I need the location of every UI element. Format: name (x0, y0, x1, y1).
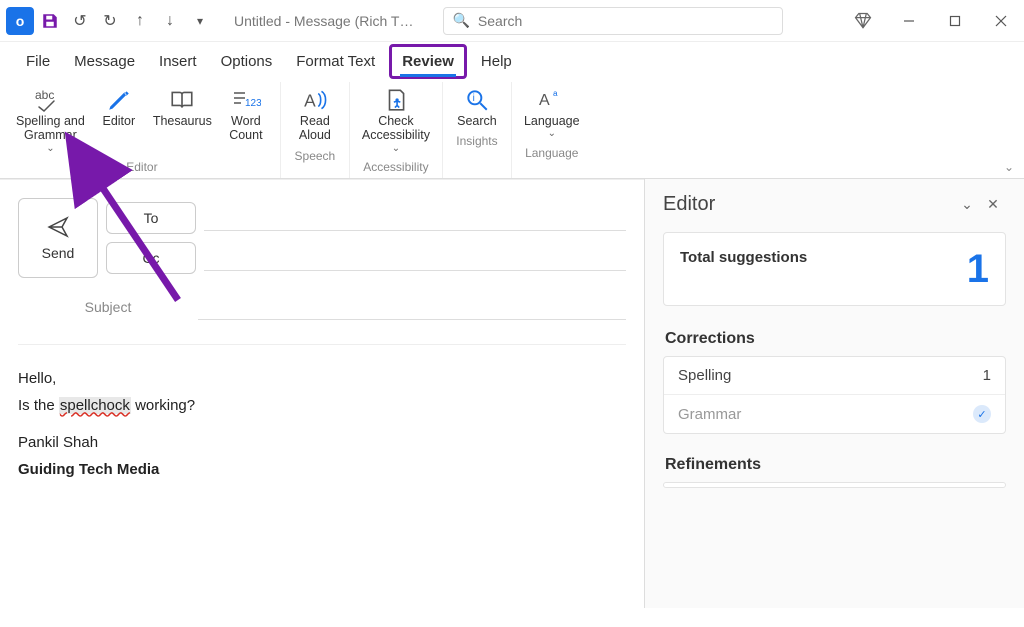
cc-button[interactable]: Cc (106, 242, 196, 274)
tab-help[interactable]: Help (471, 47, 522, 76)
close-button[interactable] (978, 0, 1024, 42)
message-body[interactable]: Hello, Is the spellchock working? Pankil… (18, 344, 626, 483)
tab-options[interactable]: Options (211, 47, 283, 76)
svg-text:abc: abc (35, 88, 54, 102)
misspelled-word[interactable]: spellchock (59, 397, 131, 414)
group-insights-label: Insights (456, 132, 497, 152)
body-text: working? (131, 397, 195, 414)
smart-lookup-label: Search (457, 114, 497, 128)
wordcount-icon: 123 (231, 86, 261, 114)
tab-message[interactable]: Message (64, 47, 145, 76)
save-button[interactable] (36, 7, 64, 35)
svg-text:123: 123 (245, 98, 261, 109)
editor-button[interactable]: Editor (91, 82, 147, 158)
group-accessibility-label: Accessibility (363, 158, 428, 178)
tab-file[interactable]: File (16, 47, 60, 76)
body-line: Is the spellchock working? (18, 392, 626, 419)
tab-format-text[interactable]: Format Text (286, 47, 385, 76)
spelling-label: Spelling (678, 367, 731, 384)
editor-collapse-icon[interactable]: ⌄ (954, 196, 980, 213)
send-button[interactable]: Send (18, 198, 98, 278)
spelling-count: 1 (983, 367, 991, 384)
maximize-button[interactable] (932, 0, 978, 42)
editor-close-icon[interactable]: ✕ (980, 196, 1006, 213)
total-suggestions-label: Total suggestions (680, 249, 807, 266)
smart-lookup-icon: i (464, 86, 490, 114)
svg-text:A: A (539, 92, 550, 109)
qat-more-icon[interactable]: ▾ (186, 7, 214, 35)
chevron-down-icon: ⌄ (548, 128, 556, 140)
body-text: Is the (18, 397, 59, 414)
chevron-down-icon: ⌄ (46, 143, 54, 155)
language-icon: Aᵃ (537, 86, 567, 114)
word-count-label: Word Count (229, 114, 262, 143)
read-aloud-button[interactable]: A Read Aloud (287, 82, 343, 147)
window-title: Untitled - Message (Rich T… (234, 13, 413, 29)
corrections-header: Corrections (665, 330, 1006, 348)
to-button[interactable]: To (106, 202, 196, 234)
group-editor-label: Editor (126, 158, 157, 178)
read-aloud-label: Read Aloud (299, 114, 331, 143)
grammar-label: Grammar (678, 406, 741, 423)
undo-button[interactable]: ↺ (66, 7, 94, 35)
body-line: Guiding Tech Media (18, 456, 626, 483)
group-language-label: Language (525, 144, 578, 164)
spelling-check-icon: abc (33, 86, 67, 114)
qat-down-icon[interactable]: ↓ (156, 7, 184, 35)
accessibility-icon (383, 86, 409, 114)
language-button[interactable]: Aᵃ Language ⌄ (518, 82, 586, 144)
body-line: Hello, (18, 365, 626, 392)
total-suggestions-count: 1 (967, 249, 989, 289)
spelling-grammar-button[interactable]: abc Spelling and Grammar ⌄ (10, 82, 91, 158)
grammar-check-icon: ✓ (973, 405, 991, 423)
to-field[interactable] (204, 205, 626, 231)
spelling-row[interactable]: Spelling 1 (664, 357, 1005, 394)
subject-label: Subject (18, 299, 198, 315)
editor-pane: Editor ⌄ ✕ Total suggestions 1 Correctio… (644, 179, 1024, 608)
redo-button[interactable]: ↻ (96, 7, 124, 35)
body-line: Pankil Shah (18, 429, 626, 456)
collapse-ribbon-icon[interactable]: ⌄ (1004, 160, 1014, 174)
language-label: Language (524, 114, 580, 128)
send-label: Send (42, 245, 75, 261)
qat-up-icon[interactable]: ↑ (126, 7, 154, 35)
minimize-button[interactable] (886, 0, 932, 42)
cc-field[interactable] (204, 245, 626, 271)
editor-pane-title: Editor (663, 193, 715, 216)
spelling-grammar-label: Spelling and Grammar (16, 114, 85, 143)
check-accessibility-label: Check Accessibility (362, 114, 430, 143)
tab-review[interactable]: Review (389, 44, 467, 79)
svg-text:ᵃ: ᵃ (553, 88, 558, 102)
pen-icon (106, 86, 132, 114)
editor-label: Editor (102, 114, 135, 128)
svg-text:A: A (304, 91, 316, 111)
book-icon (169, 86, 195, 114)
check-accessibility-button[interactable]: Check Accessibility ⌄ (356, 82, 436, 158)
tab-insert[interactable]: Insert (149, 47, 207, 76)
search-box[interactable]: 🔍 Search (443, 7, 783, 35)
read-aloud-icon: A (302, 86, 328, 114)
grammar-row[interactable]: Grammar ✓ (664, 394, 1005, 433)
group-speech-label: Speech (295, 147, 336, 167)
search-placeholder: Search (478, 13, 522, 29)
word-count-button[interactable]: 123 Word Count (218, 82, 274, 158)
search-icon: 🔍 (452, 12, 469, 29)
refinements-header: Refinements (665, 456, 1006, 474)
thesaurus-button[interactable]: Thesaurus (147, 82, 218, 158)
chevron-down-icon: ⌄ (392, 143, 400, 155)
subject-field[interactable] (198, 294, 626, 320)
thesaurus-label: Thesaurus (153, 114, 212, 128)
send-icon (46, 215, 70, 239)
svg-text:i: i (473, 93, 475, 104)
premium-diamond-icon[interactable] (840, 11, 886, 31)
smart-lookup-button[interactable]: i Search (449, 82, 505, 132)
total-suggestions-card[interactable]: Total suggestions 1 (663, 232, 1006, 306)
outlook-app-icon: o (6, 7, 34, 35)
